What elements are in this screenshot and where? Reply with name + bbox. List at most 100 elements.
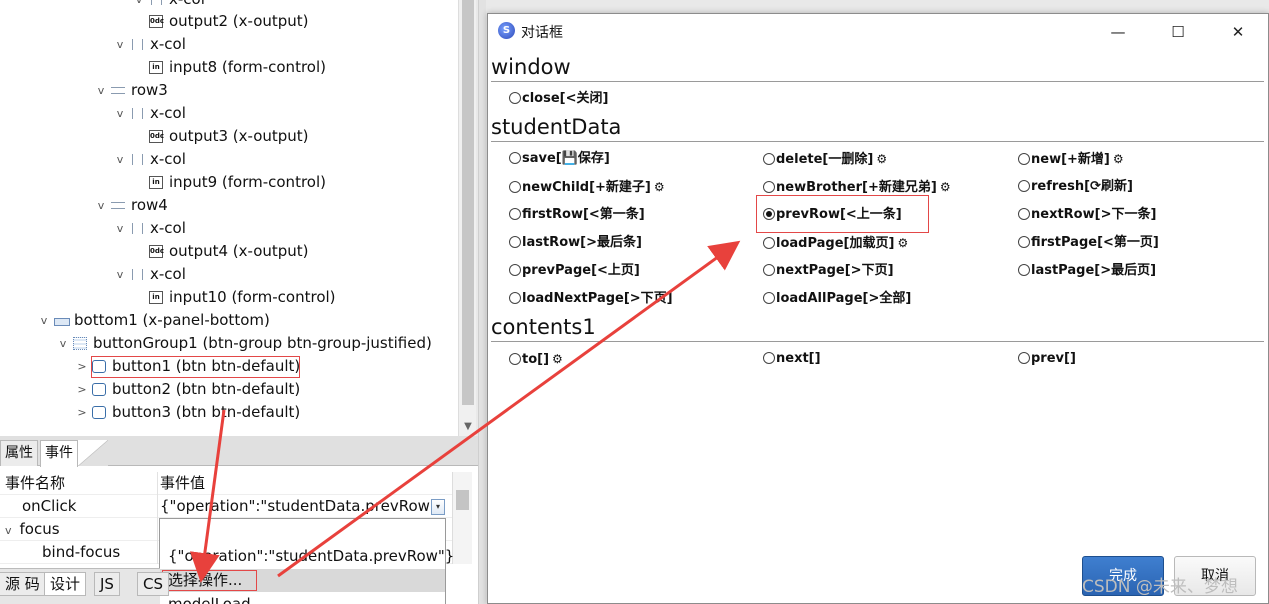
button-icon — [92, 383, 106, 396]
maximize-icon[interactable]: ☐ — [1156, 19, 1200, 45]
option-label: lastPage[>最后页] — [1031, 263, 1157, 278]
splitter[interactable] — [478, 0, 486, 604]
collapse-icon[interactable]: v — [5, 524, 12, 537]
collapse-icon[interactable]: v — [114, 263, 126, 286]
tab-js[interactable]: JS — [94, 572, 120, 596]
radio-button[interactable] — [509, 152, 521, 164]
gear-icon[interactable]: ⚙ — [897, 236, 908, 250]
collapse-icon[interactable]: v — [114, 148, 126, 171]
gear-icon[interactable]: ⚙ — [876, 152, 887, 166]
option-label: loadAllPage[>全部] — [776, 291, 912, 306]
output-icon: 0dc — [149, 245, 164, 258]
highlight-box — [162, 570, 257, 591]
gear-icon[interactable]: ⚙ — [654, 180, 665, 194]
events-scrollbar[interactable] — [452, 472, 472, 564]
radio-option[interactable]: loadAllPage[>全部] — [763, 289, 911, 309]
radio-option[interactable]: lastPage[>最后页] — [1018, 261, 1156, 281]
event-value-field[interactable]: {"operation":"studentData.prevRow"} — [160, 495, 452, 518]
radio-button[interactable] — [1018, 236, 1030, 248]
radio-option[interactable]: close[<关闭] — [509, 89, 608, 109]
radio-option[interactable]: refresh[⟳刷新] — [1018, 177, 1133, 197]
watermark: CSDN @未来、梦想 — [1082, 577, 1238, 597]
radio-button[interactable] — [509, 92, 521, 104]
gear-icon[interactable]: ⚙ — [940, 180, 951, 194]
radio-button[interactable] — [509, 292, 521, 304]
collapse-icon[interactable]: v — [114, 102, 126, 125]
radio-button[interactable] — [509, 181, 521, 193]
radio-option[interactable]: lastRow[>最后条] — [509, 233, 642, 253]
radio-button[interactable] — [1018, 264, 1030, 276]
tree-node-label: input8 (form-control) — [169, 58, 326, 76]
table-row[interactable]: onClick {"operation":"studentData.prevRo… — [0, 495, 452, 518]
radio-button[interactable] — [509, 208, 521, 220]
expand-icon[interactable]: > — [76, 401, 88, 424]
scrollbar-thumb[interactable] — [462, 0, 474, 405]
radio-option[interactable]: prev[] — [1018, 349, 1076, 369]
collapse-icon[interactable]: v — [38, 309, 50, 332]
radio-option[interactable]: newBrother[+新建兄弟] ⚙ — [763, 177, 951, 197]
outline-scrollbar[interactable]: ▼ — [458, 0, 476, 436]
radio-option[interactable]: nextPage[>下页] — [763, 261, 894, 281]
tab-source[interactable]: 源 码 — [0, 572, 46, 596]
input-icon: in — [149, 176, 163, 189]
event-group[interactable]: v focus — [0, 518, 158, 541]
radio-button[interactable] — [763, 352, 775, 364]
radio-button[interactable] — [1018, 180, 1030, 192]
radio-button[interactable] — [1018, 153, 1030, 165]
dialog-titlebar[interactable]: S 对话框 — ☐ ✕ — [488, 14, 1268, 49]
radio-option[interactable]: prevPage[<上页] — [509, 261, 640, 281]
radio-button[interactable] — [763, 292, 775, 304]
tab-events[interactable]: 事件 — [40, 440, 78, 467]
collapse-icon[interactable]: v — [114, 217, 126, 240]
radio-button[interactable] — [509, 353, 521, 365]
radio-button[interactable] — [763, 237, 775, 249]
tab-css[interactable]: CS — [137, 572, 169, 596]
radio-option[interactable]: loadPage[加载页] ⚙ — [763, 233, 908, 253]
gear-icon[interactable]: ⚙ — [1113, 152, 1124, 166]
collapse-icon[interactable]: v — [114, 33, 126, 56]
chevron-down-icon[interactable]: ▾ — [431, 499, 445, 515]
radio-option[interactable]: next[] — [763, 349, 821, 369]
radio-option[interactable]: nextRow[>下一条] — [1018, 205, 1156, 225]
tree-node-label: output4 (x-output) — [169, 242, 309, 260]
column-header-value: 事件值 — [160, 474, 206, 492]
tab-design[interactable]: 设计 — [44, 572, 87, 596]
radio-option[interactable]: newChild[+新建子] ⚙ — [509, 177, 665, 197]
radio-button[interactable] — [763, 264, 775, 276]
radio-button[interactable] — [1018, 208, 1030, 220]
row-icon — [111, 199, 125, 212]
option-label: loadPage[加载页] — [776, 236, 895, 251]
radio-option[interactable]: delete[一删除] ⚙ — [763, 149, 887, 169]
collapse-icon[interactable]: v — [95, 79, 107, 102]
tree-node-label: x-col — [150, 35, 186, 53]
radio-option[interactable]: new[+新增] ⚙ — [1018, 149, 1124, 169]
collapse-icon[interactable]: v — [57, 332, 69, 355]
expand-icon[interactable]: > — [76, 378, 88, 401]
radio-button[interactable] — [509, 236, 521, 248]
table-header: 事件名称 事件值 — [0, 472, 452, 495]
radio-button[interactable] — [1018, 352, 1030, 364]
radio-button[interactable] — [509, 264, 521, 276]
highlight-box — [756, 195, 929, 233]
collapse-icon[interactable]: v — [133, 0, 145, 11]
radio-option[interactable]: firstRow[<第一条] — [509, 205, 645, 225]
radio-option[interactable]: save[💾保存] — [509, 149, 610, 169]
scroll-down-icon[interactable]: ▼ — [459, 421, 477, 433]
dropdown-item[interactable]: {"operation":"studentData.prevRow"} — [160, 545, 454, 568]
option-label: close[<关闭] — [522, 91, 609, 106]
radio-option[interactable]: to[] ⚙ — [509, 349, 563, 369]
tree-node-label: input10 (form-control) — [169, 288, 336, 306]
minimize-icon[interactable]: — — [1096, 19, 1140, 45]
scrollbar-thumb[interactable] — [456, 490, 469, 510]
radio-option[interactable]: loadNextPage[>下页] — [509, 289, 673, 309]
tab-properties[interactable]: 属性 — [0, 440, 38, 466]
close-icon[interactable]: ✕ — [1216, 19, 1260, 45]
radio-button[interactable] — [763, 153, 775, 165]
gear-icon[interactable]: ⚙ — [552, 352, 563, 366]
option-label: firstRow[<第一条] — [522, 207, 645, 222]
dropdown-item[interactable]: modelLoad — [160, 593, 445, 604]
radio-option[interactable]: firstPage[<第一页] — [1018, 233, 1159, 253]
collapse-icon[interactable]: v — [95, 194, 107, 217]
expand-icon[interactable]: > — [76, 355, 88, 378]
radio-button[interactable] — [763, 181, 775, 193]
